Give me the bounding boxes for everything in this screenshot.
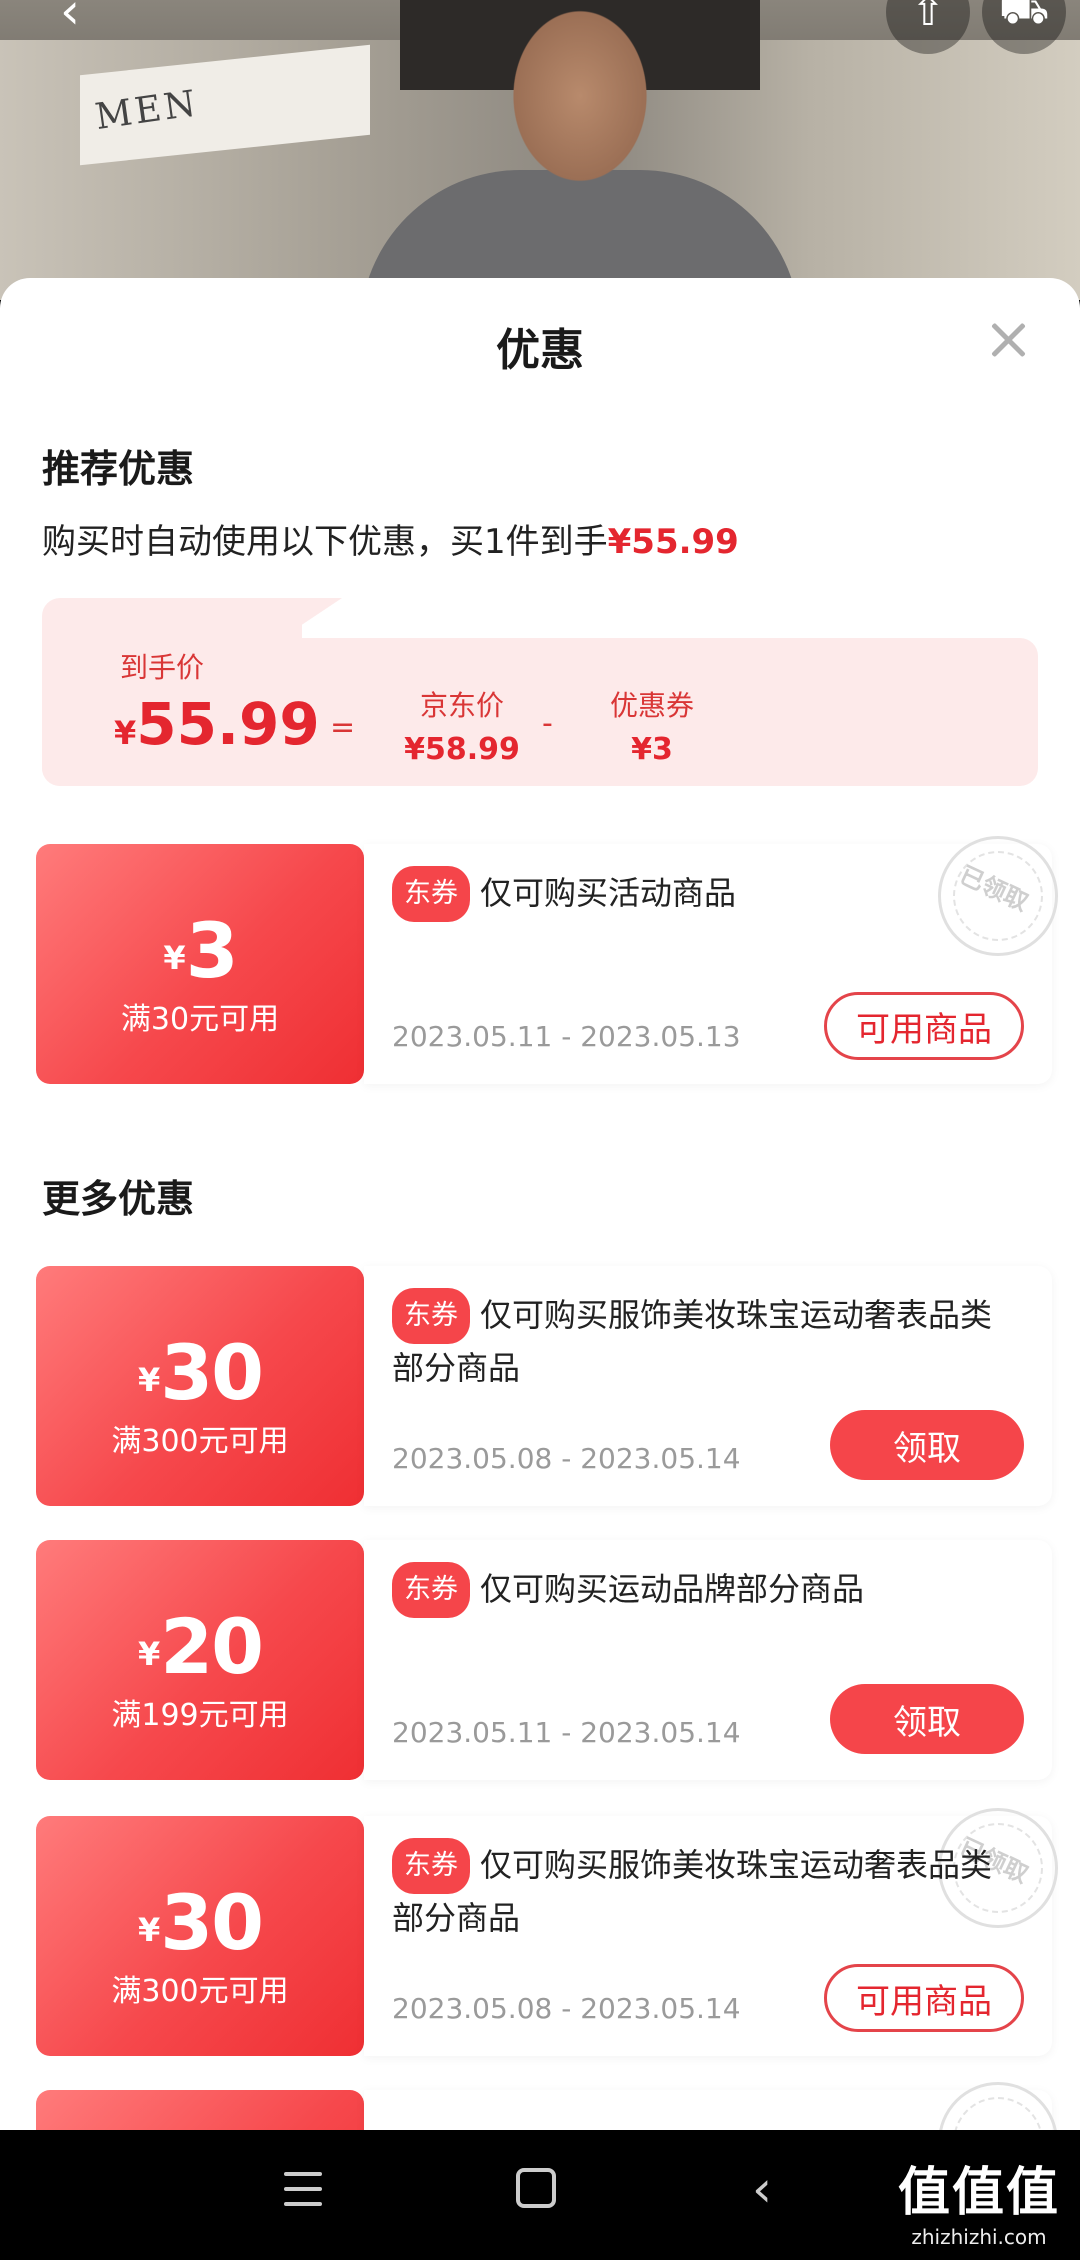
coupon-label: 优惠券	[609, 689, 694, 722]
coupon-card-partial	[36, 2082, 1058, 2130]
final-price: ¥55.99	[114, 690, 320, 758]
coupon-tag: 东券	[392, 1838, 470, 1894]
coupon-date: 2023.05.08 - 2023.05.14	[392, 1442, 741, 1475]
coupon-tag: 东券	[392, 866, 470, 922]
auto-use-price: ¥55.99	[607, 522, 739, 562]
price-summary: 到手价 ¥55.99 = 京东价 ¥58.99 - 优惠券 ¥3	[42, 598, 1038, 786]
equals-sign: =	[330, 710, 356, 745]
claim-button[interactable]: 领取	[830, 1684, 1024, 1754]
coupon-amount: 30	[160, 1328, 264, 1417]
jd-price: ¥58.99	[404, 732, 520, 767]
usable-products-button[interactable]: 可用商品	[824, 992, 1024, 1060]
coupon-condition: 满199元可用	[111, 1698, 289, 1733]
back-icon[interactable]: ‹	[60, 0, 80, 40]
coupon-description: 东券 仅可购买运动品牌部分商品	[392, 1562, 1022, 1618]
coupon-value: ¥3	[631, 732, 673, 767]
coupon-amount: 20	[160, 1602, 264, 1691]
usable-products-button[interactable]: 可用商品	[824, 1964, 1024, 2032]
coupon-tag: 东券	[392, 1562, 470, 1618]
coupon-card: ¥3 满30元可用 已领取 东券 仅可购买活动商品 2023.05.11 - 20…	[36, 836, 1058, 1084]
model-figure	[400, 0, 760, 300]
recommended-heading: 推荐优惠	[42, 447, 195, 491]
coupon-card: ¥20 满199元可用 东券 仅可购买运动品牌部分商品 2023.05.11 - …	[36, 1540, 1052, 1780]
coupon-condition: 满30元可用	[120, 1002, 280, 1037]
final-price-label: 到手价	[119, 651, 204, 684]
coupon-card: ¥30 满300元可用 已领取 东券 仅可购买服饰美妆珠宝运动奢表品类部分商品 2…	[36, 1808, 1058, 2056]
site-watermark: 值值值 zhizhizhi.com	[897, 2163, 1060, 2249]
claim-button[interactable]: 领取	[830, 1410, 1024, 1480]
coupon-date: 2023.05.08 - 2023.05.14	[392, 1992, 741, 2025]
coupon-amount-panel: ¥20 满199元可用	[36, 1540, 364, 1780]
auto-use-text: 购买时自动使用以下优惠，买1件到手	[42, 522, 608, 562]
system-nav-bar: ‹ 值值值 zhizhizhi.com	[0, 2130, 1080, 2260]
auto-use-line: 购买时自动使用以下优惠，买1件到手¥55.99	[42, 514, 739, 563]
claimed-stamp-icon	[938, 2082, 1058, 2130]
minus-sign: -	[542, 706, 553, 741]
product-photo: MEN ‹ ⇧ ⛟	[0, 0, 1080, 300]
coupon-condition: 满300元可用	[111, 1974, 289, 2009]
coupon-tag: 东券	[392, 1288, 470, 1344]
coupon-amount-panel: ¥30 满300元可用	[36, 1816, 364, 2056]
sheet-title: 优惠	[496, 325, 584, 376]
more-heading: 更多优惠	[42, 1177, 195, 1221]
recents-icon[interactable]	[284, 2172, 322, 2206]
coupon-amount-panel: ¥30 满300元可用	[36, 1266, 364, 1506]
nav-back-icon[interactable]: ‹	[752, 2160, 772, 2218]
coupon-amount: 30	[160, 1878, 264, 1967]
coupon-sheet: 优惠 推荐优惠 购买时自动使用以下优惠，买1件到手¥55.99 到手价 ¥55.…	[0, 278, 1080, 2130]
close-icon[interactable]	[986, 318, 1030, 362]
coupon-description: 东券 仅可购买活动商品	[392, 866, 1022, 922]
coupon-date: 2023.05.11 - 2023.05.13	[392, 1020, 741, 1053]
home-icon[interactable]	[516, 2168, 556, 2208]
coupon-amount: 3	[185, 906, 239, 995]
coupon-amount-panel: ¥3 满30元可用	[36, 844, 364, 1084]
coupon-card: ¥30 满300元可用 东券 仅可购买服饰美妆珠宝运动奢表品类部分商品 2023.…	[36, 1266, 1052, 1506]
coupon-date: 2023.05.11 - 2023.05.14	[392, 1716, 741, 1749]
coupon-description: 东券 仅可购买服饰美妆珠宝运动奢表品类部分商品	[392, 1288, 1022, 1392]
coupon-description: 东券 仅可购买服饰美妆珠宝运动奢表品类部分商品	[392, 1838, 1022, 1942]
coupon-condition: 满300元可用	[111, 1424, 289, 1459]
jd-price-label: 京东价	[419, 689, 504, 722]
